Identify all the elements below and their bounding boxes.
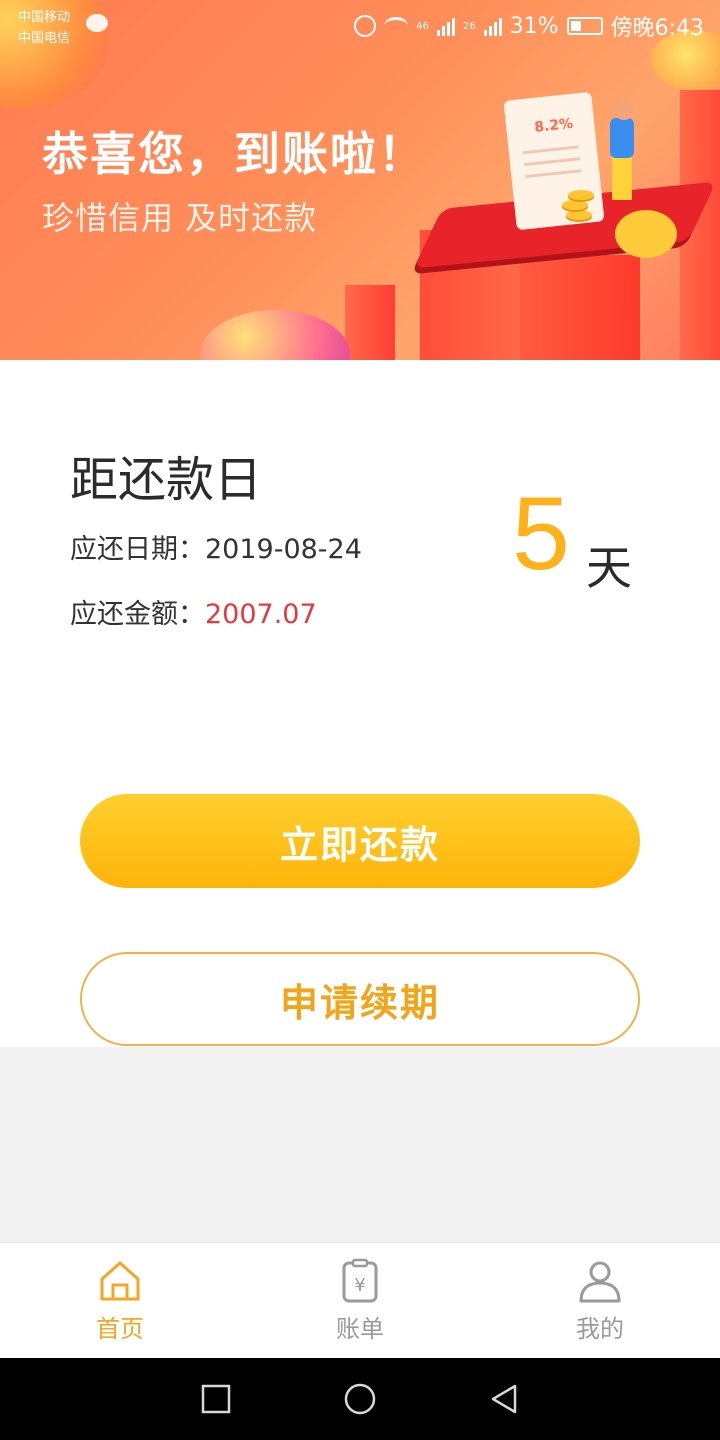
person-illustration <box>610 118 634 158</box>
due-date-label: 应还日期： <box>70 534 205 565</box>
tab-label: 首页 <box>96 1315 144 1343</box>
system-navigation-bar <box>0 1358 720 1440</box>
coin-icon <box>566 210 592 220</box>
repay-now-button[interactable]: 立即还款 <box>80 794 640 888</box>
carrier-name: 中国电信 <box>18 31 71 46</box>
signal-icon <box>436 16 455 36</box>
receipt-illustration: 8.2% <box>503 91 605 231</box>
due-amount-row: 应还金额：2007.07 <box>70 592 317 631</box>
decor-cube <box>345 285 395 360</box>
profile-icon <box>579 1261 621 1303</box>
days-remaining-number: 5 <box>512 476 570 592</box>
tab-bill[interactable]: ¥ 账单 <box>240 1243 480 1358</box>
chat-notification-icon <box>86 14 108 32</box>
apply-extension-button[interactable]: 申请续期 <box>80 952 640 1046</box>
person-illustration <box>614 100 634 120</box>
banner-subtitle: 珍惜信用 及时还款 <box>42 199 318 237</box>
coin-icon <box>562 200 588 210</box>
status-bar: 中国移动 中国电信 46 26 31% 傍晚6:43 <box>0 0 720 48</box>
battery-icon <box>566 17 603 35</box>
home-icon <box>100 1261 140 1301</box>
wifi-icon <box>384 17 409 35</box>
due-amount-label: 应还金额： <box>70 599 205 630</box>
piggy-bank-icon <box>615 210 677 258</box>
promo-banner: 8.2% 恭喜您，到账啦！ 珍惜信用 及时还款 <box>0 0 720 360</box>
bottom-tab-bar: 首页 ¥ 账单 我的 <box>0 1242 720 1358</box>
network-type: 26 <box>462 20 476 32</box>
repayment-card: 距还款日 应还日期：2019-08-24 应还金额：2007.07 5 天 立即… <box>0 360 720 1047</box>
signal-icon <box>483 16 502 36</box>
coin-icon <box>568 190 594 200</box>
person-illustration <box>612 156 632 200</box>
network-type: 46 <box>416 20 429 32</box>
receipt-line <box>524 157 581 167</box>
back-button-icon[interactable] <box>487 1382 521 1416</box>
tab-home[interactable]: 首页 <box>0 1243 240 1358</box>
receipt-line <box>525 169 582 179</box>
due-date-row: 应还日期：2019-08-24 <box>70 527 362 566</box>
bill-icon: ¥ <box>342 1258 378 1303</box>
due-amount-value: 2007.07 <box>205 599 317 630</box>
decor-blob <box>200 310 350 360</box>
alarm-icon <box>354 15 377 37</box>
due-title: 距还款日 <box>70 452 263 508</box>
svg-text:¥: ¥ <box>354 1275 365 1296</box>
clock: 傍晚6:43 <box>610 16 704 41</box>
due-date-value: 2019-08-24 <box>205 534 362 565</box>
home-button-icon[interactable] <box>343 1382 377 1416</box>
carrier-name: 中国移动 <box>18 10 71 25</box>
battery-percent: 31% <box>509 13 559 39</box>
recents-button-icon[interactable] <box>199 1382 233 1416</box>
days-remaining-unit: 天 <box>586 541 632 595</box>
banner-title: 恭喜您，到账啦！ <box>42 127 426 181</box>
tab-label: 账单 <box>336 1315 384 1343</box>
tab-label: 我的 <box>576 1315 624 1343</box>
receipt-rate: 8.2% <box>533 115 574 136</box>
receipt-line <box>522 145 579 155</box>
tab-profile[interactable]: 我的 <box>480 1243 720 1358</box>
decor-cube <box>520 255 640 360</box>
